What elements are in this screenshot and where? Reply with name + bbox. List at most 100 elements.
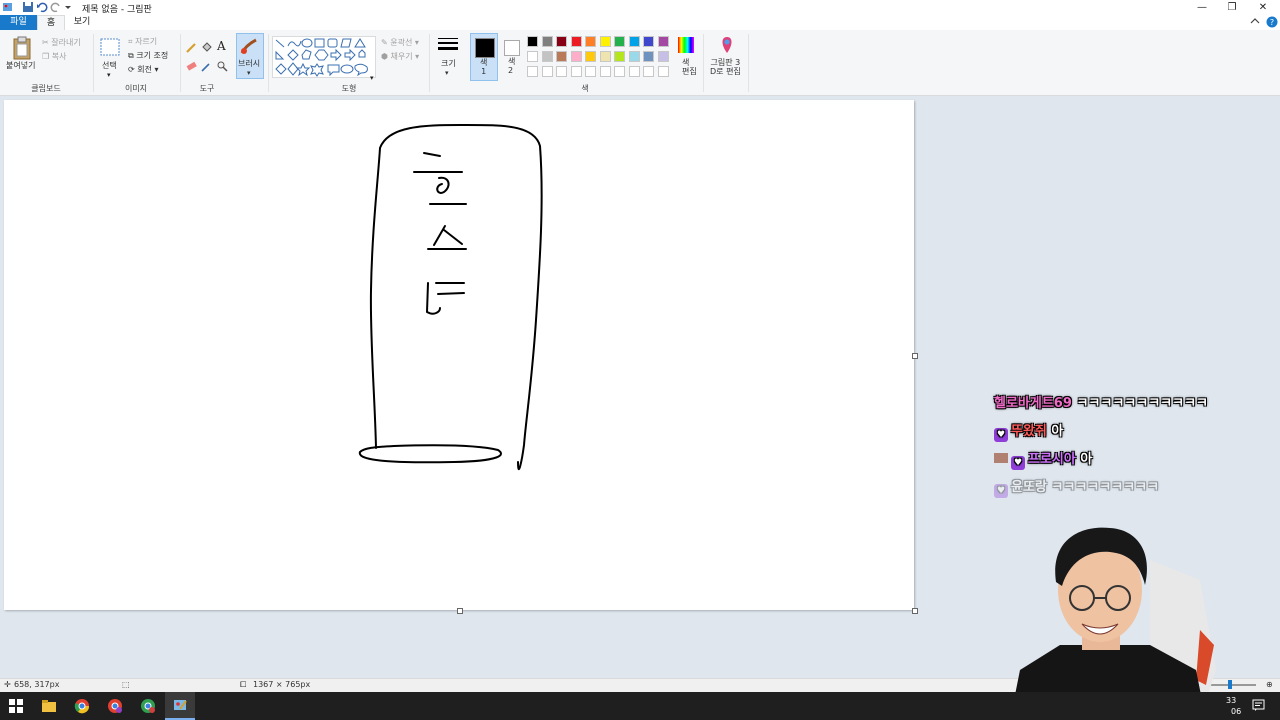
chrome-profile-icon[interactable] (140, 698, 156, 714)
chat-text: 아 (1080, 452, 1093, 467)
close-button[interactable]: ✕ (1249, 0, 1277, 15)
color-swatch[interactable] (643, 36, 654, 47)
custom-color-slot[interactable] (527, 66, 538, 77)
color-swatch[interactable] (599, 36, 611, 47)
crop-button[interactable]: ⌗ 자르기 (128, 36, 157, 47)
tab-home[interactable]: 홈 (37, 15, 65, 30)
cut-button[interactable]: ✂ 잘라내기 (42, 37, 81, 48)
heart-badge-icon: ♥ (994, 484, 1008, 498)
color1-button[interactable]: 색 1 (470, 33, 498, 81)
color-swatch[interactable] (570, 51, 582, 62)
color-swatch[interactable] (643, 51, 654, 62)
customize-qat-icon[interactable] (64, 1, 72, 13)
paste-icon[interactable] (12, 36, 32, 60)
rotate-button[interactable]: ⟳ 회전 ▾ (128, 64, 159, 75)
custom-color-slot[interactable] (643, 66, 654, 77)
ribbon-tabs: 파일 홈 보기 ? (0, 15, 1280, 30)
color-swatch[interactable] (599, 51, 611, 62)
color-swatch[interactable] (585, 51, 596, 62)
canvas-resize-handle-bottom[interactable] (457, 608, 463, 614)
save-icon[interactable] (22, 1, 34, 13)
chat-message: 헬로바게트69 ㅋㅋㅋㅋㅋㅋㅋㅋㅋㅋㅋ (994, 392, 1208, 411)
redo-icon[interactable] (50, 1, 62, 13)
paste-button[interactable]: 붙여넣기 (6, 60, 35, 71)
shapes-gallery[interactable] (272, 36, 376, 78)
resize-button[interactable]: ⧉ 크기 조정 (128, 50, 168, 61)
color-swatch[interactable] (556, 51, 567, 62)
color-swatch[interactable] (628, 51, 640, 62)
scissors-icon: ✂ (42, 38, 49, 47)
help-icon[interactable]: ? (1266, 16, 1278, 28)
minimize-button[interactable]: — (1188, 0, 1216, 15)
color-swatch[interactable] (541, 51, 553, 62)
custom-color-slot[interactable] (614, 66, 625, 77)
chat-message: ♥ 윤또랑 ㅋㅋㅋㅋㅋㅋㅋㅋㅋ (994, 476, 1159, 498)
notification-icon[interactable] (1252, 699, 1265, 712)
title-bar: 제목 없음 - 그림판 — ❐ ✕ (0, 0, 1280, 15)
custom-color-slot[interactable] (541, 66, 553, 77)
fill-bucket-icon[interactable] (201, 42, 212, 53)
color-picker-icon[interactable] (201, 61, 212, 72)
drawing-glyph-10 (437, 292, 465, 295)
select-icon[interactable] (100, 38, 120, 56)
drawing-canvas[interactable] (4, 100, 914, 610)
edit-colors-button[interactable]: 색 편집 (676, 36, 698, 80)
chrome-icon[interactable] (74, 698, 90, 714)
custom-color-slot[interactable] (599, 66, 611, 77)
ribbon: 붙여넣기 ✂ 잘라내기 ❐ 복사 클립보드 선택 ▾ ⌗ 자르기 ⧉ 크기 조정… (0, 30, 1280, 96)
drawing-outer-stroke (369, 123, 543, 471)
custom-color-slot[interactable] (570, 66, 582, 77)
chrome-profile-icon[interactable] (107, 698, 123, 714)
tab-view[interactable]: 보기 (65, 15, 99, 30)
color-swatch[interactable] (628, 36, 640, 47)
custom-color-slot[interactable] (585, 66, 596, 77)
brushes-button[interactable]: 브러시 ▾ (236, 33, 264, 79)
color-swatch[interactable] (614, 51, 625, 62)
select-dropdown-icon[interactable]: ▾ (107, 71, 111, 79)
rotate-icon: ⟳ (128, 65, 135, 74)
color-swatch[interactable] (614, 36, 625, 47)
paint-app-icon (3, 3, 12, 11)
copy-button[interactable]: ❐ 복사 (42, 51, 66, 62)
freehand-drawing (358, 123, 543, 471)
select-button[interactable]: 선택 (102, 60, 117, 71)
shapes-more-icon[interactable]: ▾ (370, 74, 374, 82)
undo-icon[interactable] (36, 1, 48, 13)
chat-text: ㅋㅋㅋㅋㅋㅋㅋㅋㅋ (1051, 480, 1160, 495)
color-swatch[interactable] (570, 36, 582, 47)
text-tool-icon[interactable]: A (217, 39, 226, 53)
color-swatch[interactable] (556, 36, 567, 47)
file-explorer-icon[interactable] (41, 698, 57, 714)
eraser-icon[interactable] (186, 61, 197, 72)
color-swatch[interactable] (527, 51, 538, 62)
canvas-resize-handle-right[interactable] (912, 353, 918, 359)
color-swatch[interactable] (541, 36, 553, 47)
pencil-icon[interactable] (186, 42, 197, 53)
color-swatch[interactable] (657, 51, 669, 62)
custom-color-slot[interactable] (657, 66, 669, 77)
heart-badge-icon: ♥ (1011, 456, 1025, 470)
zoom-in-icon[interactable]: ⊕ (1266, 680, 1273, 689)
custom-color-slot[interactable] (628, 66, 640, 77)
fill-button[interactable]: ⬢ 채우기 ▾ (381, 51, 419, 62)
canvas-resize-handle-corner[interactable] (912, 608, 918, 614)
color-swatch[interactable] (585, 36, 596, 47)
start-icon[interactable] (8, 698, 24, 714)
color-swatch[interactable] (657, 36, 669, 47)
size-button[interactable]: 크기 ▾ (436, 36, 462, 80)
tab-file[interactable]: 파일 (0, 15, 37, 30)
line-size-icon (438, 38, 458, 50)
custom-color-slot[interactable] (556, 66, 567, 77)
maximize-button[interactable]: ❐ (1218, 0, 1246, 15)
color-swatch[interactable] (527, 36, 538, 47)
drawing-glyph-1 (423, 152, 441, 157)
clock-time[interactable]: 33 (1226, 696, 1236, 705)
magnifier-icon[interactable] (217, 61, 228, 72)
edit-with-paint3d-button[interactable]: 그림판 3 D로 편집 (707, 36, 747, 80)
collapse-ribbon-icon[interactable] (1250, 17, 1260, 27)
clock-date[interactable]: 06 (1231, 707, 1241, 716)
color2-button[interactable]: 색 2 (500, 33, 524, 81)
paint-taskbar-button[interactable] (165, 692, 195, 720)
outline-label: 윤곽선 (390, 38, 413, 47)
outline-button[interactable]: ✎ 윤곽선 ▾ (381, 37, 419, 48)
